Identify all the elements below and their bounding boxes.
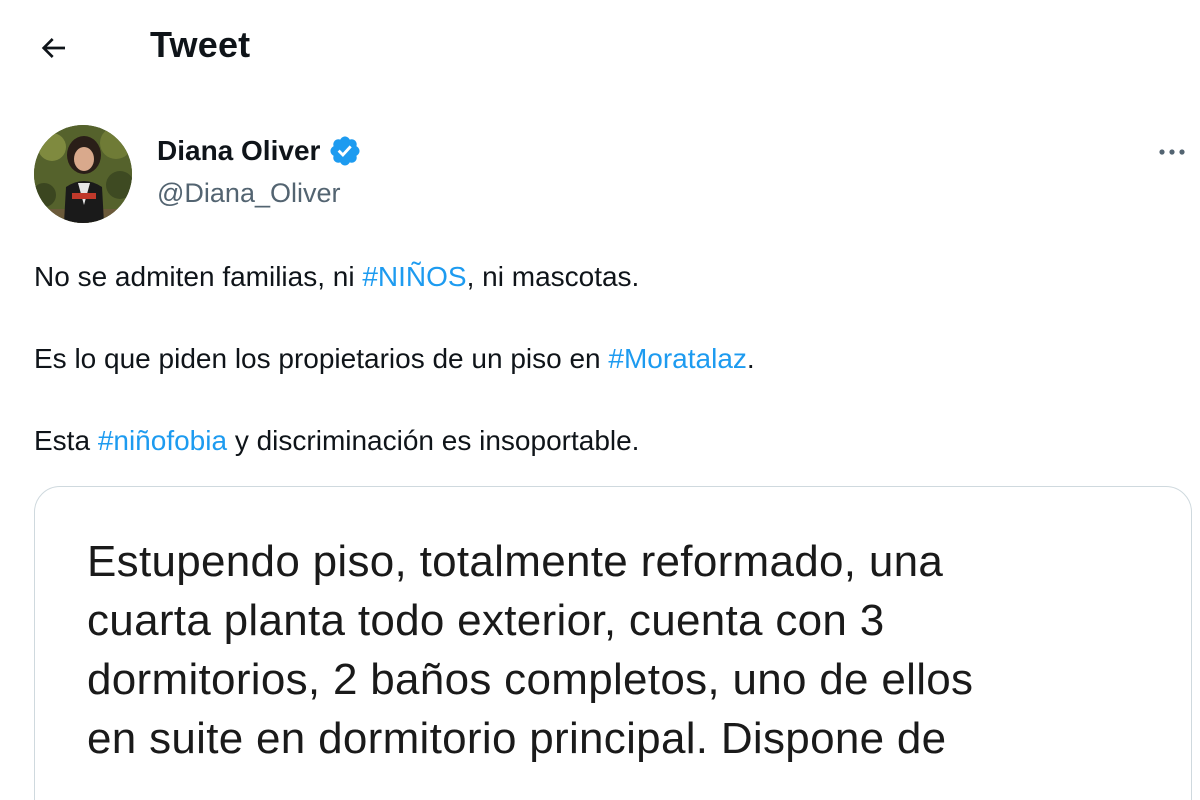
media-text-line: dormitorios, 2 baños completos, uno de e… [87,655,974,704]
tweet-media-image[interactable]: Estupendo piso, totalmente reformado, un… [34,486,1192,800]
author-name[interactable]: Diana Oliver [157,135,320,167]
tweet-text-paragraph-1: No se admiten familias, ni #NIÑOS, ni ma… [34,259,639,295]
tweet-text-paragraph-3: Esta #niñofobia y discriminación es inso… [34,423,639,459]
media-text-line: en suite en dormitorio principal. Dispon… [87,714,947,763]
author-name-row[interactable]: Diana Oliver [157,134,362,168]
text-segment: , ni mascotas. [466,261,640,292]
hashtag-link-ninofobia[interactable]: #niñofobia [98,425,227,456]
arrow-left-icon [41,38,65,58]
hashtag-link-moratalaz[interactable]: #Moratalaz [608,343,747,374]
text-segment: . [746,343,755,374]
more-horizontal-icon [1159,149,1185,155]
verified-badge-icon [330,136,360,166]
text-segment: Es lo que piden los propietarios de un p… [34,343,609,374]
back-button[interactable] [30,25,76,71]
tweet-text-paragraph-2: Es lo que piden los propietarios de un p… [34,341,755,377]
more-options-button[interactable] [1150,132,1194,172]
hashtag-link-ninos[interactable]: #NIÑOS [362,261,466,292]
media-text-line: cuarta planta todo exterior, cuenta con … [87,596,885,645]
media-screenshot-text: Estupendo piso, totalmente reformado, un… [87,532,1167,768]
text-segment: Esta [34,425,98,456]
author-handle[interactable]: @Diana_Oliver [157,178,340,209]
avatar[interactable] [34,125,132,223]
media-text-line: Estupendo piso, totalmente reformado, un… [87,537,944,586]
avatar-image [34,125,132,223]
text-segment: y discriminación es insoportable. [227,425,640,456]
text-segment: No se admiten familias, ni [34,261,363,292]
tweet-page: Tweet Diana Oliver @Diana_Oliver No se a… [0,0,1200,800]
page-title: Tweet [150,24,251,65]
header-bar: Tweet [0,0,1200,96]
